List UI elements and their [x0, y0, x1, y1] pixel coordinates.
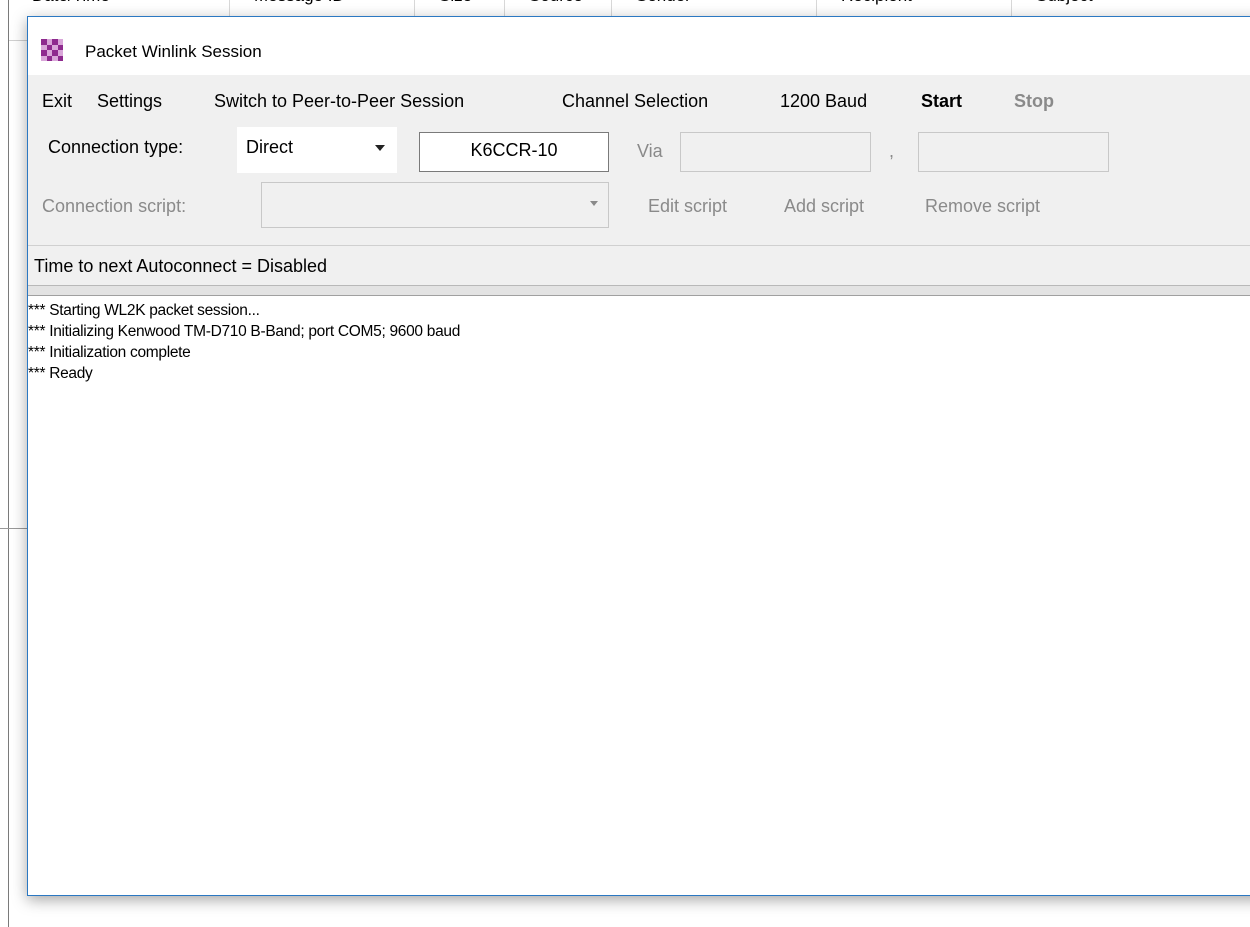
column-header-subject[interactable]: Subject	[1012, 0, 1250, 16]
callsign-input[interactable]: K6CCR-10	[419, 132, 609, 172]
packet-winlink-session-dialog: Packet Winlink Session Exit Settings Swi…	[27, 16, 1250, 896]
window-border	[8, 0, 9, 927]
connection-type-value: Direct	[246, 137, 294, 157]
column-header-sender[interactable]: Sender	[612, 0, 817, 16]
menu-bar: Exit Settings Switch to Peer-to-Peer Ses…	[28, 75, 1250, 125]
via-separator: ,	[889, 141, 895, 161]
chevron-down-icon	[375, 145, 385, 151]
connection-type-dropdown[interactable]: Direct	[237, 127, 397, 173]
log-line: *** Starting WL2K packet session...	[28, 302, 260, 319]
autoconnect-status-bar: Time to next Autoconnect = Disabled	[28, 245, 1250, 286]
menu-exit[interactable]: Exit	[42, 91, 72, 112]
connection-type-label: Connection type:	[48, 137, 184, 157]
menu-baud-rate[interactable]: 1200 Baud	[780, 91, 867, 112]
menu-stop: Stop	[1014, 91, 1054, 111]
connection-script-dropdown	[261, 182, 609, 228]
log-line: *** Ready	[28, 365, 93, 382]
log-line: *** Initializing Kenwood TM-D710 B-Band;…	[28, 323, 461, 340]
log-line: *** Initialization complete	[28, 344, 191, 361]
menu-channel-selection[interactable]: Channel Selection	[562, 91, 708, 112]
column-header-recipient[interactable]: Recipient	[817, 0, 1012, 16]
via-label: Via	[637, 141, 663, 161]
add-script-button: Add script	[784, 196, 865, 216]
checkered-app-icon	[41, 39, 63, 61]
title-bar[interactable]: Packet Winlink Session	[28, 17, 1250, 75]
session-log[interactable]: *** Starting WL2K packet session... *** …	[28, 296, 1250, 895]
column-header-size[interactable]: Size	[415, 0, 505, 16]
splitter-line	[0, 528, 30, 529]
panel-splitter[interactable]	[28, 285, 1250, 296]
column-header-source[interactable]: Source	[505, 0, 612, 16]
window-title: Packet Winlink Session	[85, 42, 262, 61]
via-input-1	[680, 132, 871, 172]
menu-start[interactable]: Start	[921, 91, 962, 112]
chevron-down-icon	[590, 201, 598, 206]
via-input-2	[918, 132, 1109, 172]
remove-script-button: Remove script	[925, 196, 1041, 216]
connection-script-label: Connection script:	[42, 196, 187, 216]
column-header-datetime[interactable]: Date/Time	[8, 0, 230, 16]
column-header-message-id[interactable]: Message ID	[230, 0, 415, 16]
menu-switch-peer-to-peer[interactable]: Switch to Peer-to-Peer Session	[214, 91, 464, 112]
autoconnect-status-text: Time to next Autoconnect = Disabled	[34, 256, 328, 276]
menu-settings[interactable]: Settings	[97, 91, 162, 112]
edit-script-button: Edit script	[648, 196, 728, 216]
